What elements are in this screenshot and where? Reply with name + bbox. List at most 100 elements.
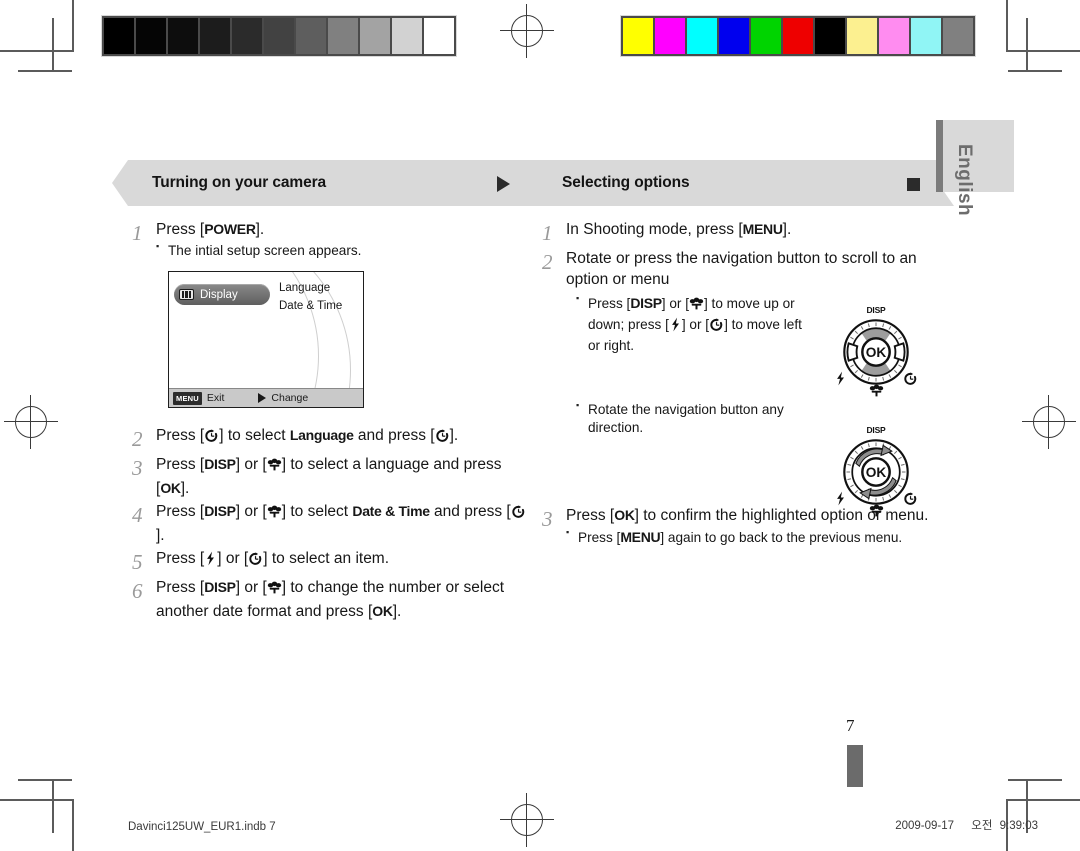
flash-icon [204, 551, 217, 572]
step-body: Press [DISP] or [] to select Date & Time… [156, 502, 528, 546]
lcd-exit-label: Exit [206, 392, 225, 405]
macro-icon [833, 503, 919, 521]
step-number: 2 [542, 250, 553, 275]
lcd-selected-menu-label: Display [200, 288, 238, 301]
lcd-option-item[interactable]: Language [279, 280, 342, 298]
key-label: MENU [620, 528, 661, 545]
step-bullets: The intial setup screen appears. [156, 241, 528, 260]
bullet-item: Rotate the navigation button any directi… [576, 400, 821, 436]
lcd-selected-menu-item[interactable]: Display [174, 284, 270, 306]
step-body: Press [POWER]. The intial setup screen ap… [156, 220, 528, 261]
timer-icon [511, 504, 526, 525]
timer-icon [709, 317, 724, 337]
grayscale-swatch [104, 18, 134, 54]
crop-mark-tr-v [1006, 0, 1008, 52]
lcd-menu-key: MENU [173, 391, 202, 405]
step-body: Rotate or press the navigation button to… [566, 249, 938, 290]
key-label: Language [289, 427, 354, 444]
left-column: Turning on your camera 1 Press [POWER]. Th… [112, 160, 544, 625]
crop-mark-br-h [1008, 799, 1080, 801]
crop-mark-tr-h2 [1008, 70, 1062, 72]
step-number: 4 [132, 503, 143, 528]
step-text: Rotate or press the navigation button to… [566, 250, 917, 288]
language-tab: English [936, 120, 1014, 216]
footer-timestamp: 2009-09-17 오전 9:39:03 [881, 817, 1038, 833]
color-swatch [623, 18, 653, 54]
key-label: DISP [204, 503, 236, 520]
step-number: 6 [132, 579, 143, 604]
page-number: 7 [846, 716, 855, 735]
svg-text:OK: OK [866, 465, 887, 480]
color-swatch [687, 18, 717, 54]
macro-icon [267, 580, 282, 601]
left-section-header: Turning on your camera [112, 160, 544, 206]
step-text: Press [] to select Language and press []… [156, 426, 528, 449]
color-swatch [783, 18, 813, 54]
lcd-option-list: Language Date & Time [279, 280, 342, 316]
crop-mark-tl-h [0, 50, 72, 52]
key-label: POWER [204, 221, 256, 237]
step-item: 6 Press [DISP] or [] to change the number… [128, 578, 528, 622]
color-swatch [751, 18, 781, 54]
step-item: 2 Press [] to select Language and press [… [128, 426, 528, 452]
left-steps-list: 1 Press [POWER]. The intial setup screen a… [128, 220, 528, 622]
crop-mark-tr-h [1008, 50, 1080, 52]
square-mark-icon [907, 176, 920, 191]
grayscale-swatch [136, 18, 166, 54]
crop-mark-bl-v2 [52, 779, 54, 833]
crop-mark-br-h2 [1008, 779, 1062, 781]
step-number: 5 [132, 550, 143, 575]
grayscale-swatch [424, 18, 454, 54]
nav-wheel-graphic[interactable]: OK [840, 316, 912, 388]
macro-icon [689, 296, 704, 316]
step-text: Press [DISP] or [] to change the number … [156, 579, 505, 620]
crop-mark-bl-v [72, 799, 74, 851]
grayscale-swatch [168, 18, 198, 54]
crop-mark-tr-v2 [1026, 18, 1028, 72]
right-section-title: Selecting options [562, 174, 690, 191]
key-label: OK [614, 506, 635, 523]
camera-lcd-illustration: Display Language Date & Time MENU Exit Change [168, 271, 364, 409]
step-text: Press [DISP] or [] to select Date & Time… [156, 502, 528, 546]
color-swatch [847, 18, 877, 54]
flash-icon [669, 317, 682, 337]
nav-wheel-graphic[interactable]: OK [840, 436, 912, 508]
step-body: Press [DISP] or [] to change the number … [156, 578, 528, 622]
timer-icon [435, 428, 450, 449]
step-item: 4 Press [DISP] or [] to select Date & Tim… [128, 502, 528, 546]
color-swatch [943, 18, 973, 54]
step-number: 1 [132, 221, 143, 245]
key-label: DISP [204, 579, 236, 596]
crop-mark-tl-v [72, 0, 74, 52]
footer-ampm: 오전 [971, 820, 993, 832]
display-icon [179, 289, 194, 301]
nav-wheel-press: DISP OK [833, 305, 919, 397]
grayscale-calibration-strip [101, 15, 457, 57]
macro-icon [869, 503, 884, 521]
step-item: 3 Press [DISP] or [] to select a language… [128, 455, 528, 499]
registration-mark-left [4, 395, 58, 449]
bullet-item: Press [DISP] or [] to move up or down; p… [576, 293, 806, 354]
lcd-change-label: Change [271, 392, 309, 405]
triangle-right-icon [258, 393, 267, 404]
lcd-option-item[interactable]: Date & Time [279, 298, 342, 316]
step-text: Press [] or [] to select an item. [156, 549, 528, 572]
header-notch-left [522, 160, 538, 206]
language-tab-label: English [954, 144, 975, 217]
crop-mark-tl-v2 [52, 18, 54, 72]
right-section-header: Selecting options [522, 160, 954, 206]
bullet-item: The intial setup screen appears. [156, 241, 528, 260]
timer-icon [248, 551, 263, 572]
color-swatch [655, 18, 685, 54]
step-item: 1 In Shooting mode, press [MENU]. [538, 220, 938, 246]
step-body: Press [DISP] or [] to select a language … [156, 455, 528, 499]
right-bullet-group-1: Press [DISP] or [] to move up or down; p… [576, 293, 806, 354]
right-bullet-group-2: Rotate the navigation button any directi… [576, 400, 821, 436]
step-text: Press [DISP] or [] to select a language … [156, 456, 502, 497]
nav-disp-label: DISP [866, 425, 886, 435]
registration-mark-right [1022, 395, 1076, 449]
step-body: Press [] to select Language and press []… [156, 426, 528, 452]
step-text: Press [POWER]. [156, 221, 265, 238]
grayscale-swatch [328, 18, 358, 54]
